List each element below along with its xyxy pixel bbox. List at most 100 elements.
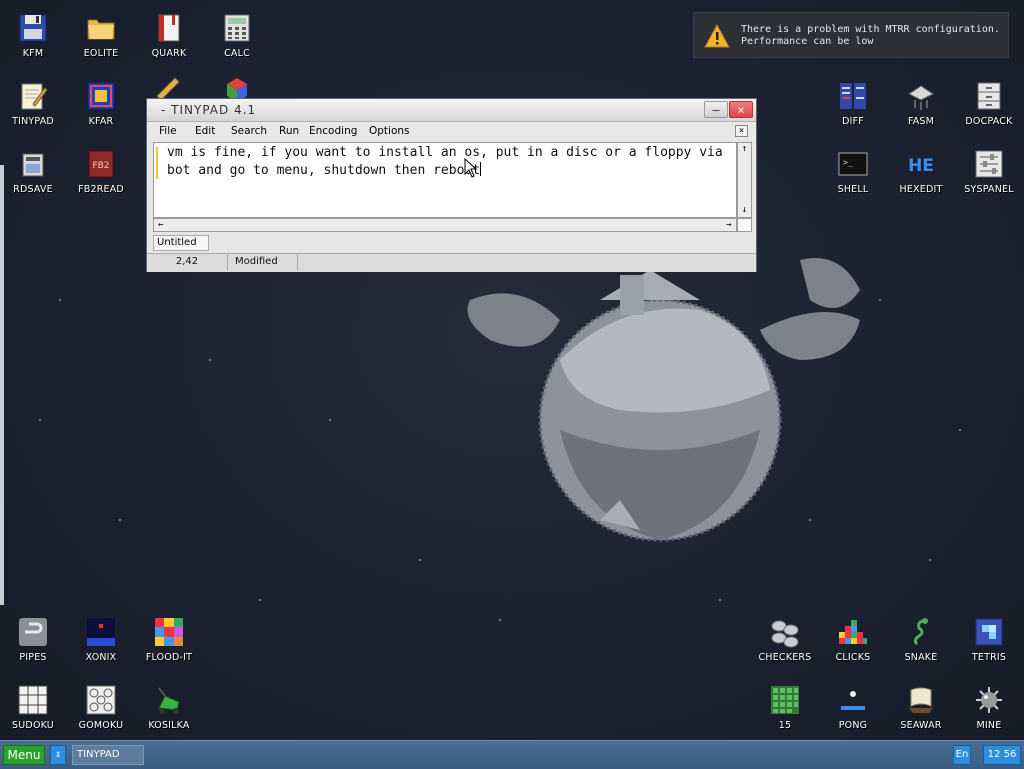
icon-label: KOSILKA <box>148 720 190 731</box>
notification-line-2: Performance can be low <box>741 36 874 47</box>
desktop-icon-snake[interactable]: SNAKE <box>889 608 953 672</box>
desktop-icon-clicks[interactable]: CLICKS <box>821 608 885 672</box>
desktop-icon-calc[interactable]: CALC <box>205 4 269 68</box>
window-titlebar[interactable]: - TINYPAD 4.1 – × <box>147 99 756 122</box>
taskbar: Menu ↕ TINYPAD En 12 56 <box>0 740 1024 769</box>
floppy-disk-icon <box>19 14 47 42</box>
folder-icon <box>87 19 115 40</box>
keyboard-language-indicator[interactable]: En <box>953 745 971 765</box>
mtrr-warning-notification[interactable]: There is a problem with MTRR configurati… <box>693 12 1009 58</box>
hex-editor-icon: HE <box>908 156 934 176</box>
ramdisk-save-icon <box>22 153 44 177</box>
xonix-icon <box>87 618 115 646</box>
desktop-icon-pong[interactable]: PONG <box>821 676 885 740</box>
modified-indicator: Modified <box>231 254 298 270</box>
desktop-icon-seawar[interactable]: SEAWAR <box>889 676 953 740</box>
desktop-icon-pipes[interactable]: PIPES <box>1 608 65 672</box>
terminal-icon: >_ <box>838 152 868 176</box>
pong-icon <box>841 691 865 710</box>
notebook-icon <box>158 14 180 42</box>
modified-line-marker <box>156 147 158 179</box>
desktop-icon-hexedit[interactable]: HE HEXEDIT <box>889 140 953 204</box>
cursor-position: 2,42 <box>147 254 228 270</box>
icon-label: FB2READ <box>78 184 124 195</box>
clicks-icon <box>839 620 867 644</box>
tinypad-window[interactable]: - TINYPAD 4.1 – × File Edit Search Run E… <box>146 98 757 272</box>
vertical-scrollbar[interactable]: ↑ ↓ <box>737 142 752 218</box>
desktop-icon-shell[interactable]: >_ SHELL <box>821 140 885 204</box>
icon-label: KFAR <box>88 116 114 127</box>
start-menu-button[interactable]: Menu <box>3 745 45 765</box>
desktop-icon-xonix[interactable]: XONIX <box>69 608 133 672</box>
status-bar: 2,42 Modified <box>147 253 756 272</box>
desktop-icon-diff[interactable]: DIFF <box>821 72 885 136</box>
window-switch-button[interactable]: ↕ <box>50 745 66 765</box>
desktop-icon-fasm[interactable]: FASM <box>889 72 953 136</box>
desktop-icon-tinypad[interactable]: TINYPAD <box>1 72 65 136</box>
icon-label: DOCPACK <box>965 116 1013 127</box>
warning-icon <box>704 24 730 48</box>
desktop-icon-kfar[interactable]: KFAR <box>69 72 133 136</box>
desktop-icon-syspanel[interactable]: SYSPANEL <box>957 140 1021 204</box>
assembler-icon <box>908 85 934 110</box>
editor-line-1: vm is fine, if you want to install an os… <box>167 145 723 160</box>
taskbar-item-tinypad[interactable]: TINYPAD <box>72 745 144 765</box>
diff-icon <box>840 83 866 109</box>
menu-run[interactable]: Run <box>279 125 299 137</box>
flood-it-icon <box>155 618 183 646</box>
snake-icon <box>913 618 928 646</box>
desktop-icon-kfm[interactable]: KFM <box>1 4 65 68</box>
checkers-icon <box>771 620 799 648</box>
scroll-right-arrow-icon[interactable]: → <box>722 219 736 231</box>
archive-icon <box>87 82 115 110</box>
icon-label: TETRIS <box>971 652 1007 663</box>
window-title: - TINYPAD 4.1 <box>161 103 257 117</box>
tetris-icon <box>975 618 1003 646</box>
sliders-panel-icon <box>975 150 1003 178</box>
scroll-up-arrow-icon[interactable]: ↑ <box>738 143 751 156</box>
text-caret <box>480 162 482 176</box>
desktop-icon-docpack[interactable]: DOCPACK <box>957 72 1021 136</box>
close-window-button[interactable]: × <box>729 101 753 118</box>
svg-text:>_: >_ <box>843 158 853 167</box>
desktop-icon-checkers[interactable]: CHECKERS <box>753 608 817 672</box>
text-editor-area[interactable]: vm is fine, if you want to install an os… <box>153 142 737 218</box>
tab-untitled[interactable]: Untitled <box>153 235 209 251</box>
lawnmower-icon <box>158 687 180 714</box>
book-reader-icon: FB2 <box>88 150 114 178</box>
icon-label: FLOOD-IT <box>145 652 193 663</box>
desktop-icon-flood-it[interactable]: FLOOD-IT <box>137 608 201 672</box>
desktop-icon-kosilka[interactable]: KOSILKA <box>137 676 201 740</box>
desktop-icon-15[interactable]: 15 <box>753 676 817 740</box>
desktop-icon-rdsave[interactable]: RDSAVE <box>1 140 65 204</box>
desktop-icon-sudoku[interactable]: SUDOKU <box>1 676 65 740</box>
scroll-down-arrow-icon[interactable]: ↓ <box>738 204 751 217</box>
mouse-pointer-icon <box>464 158 478 178</box>
horizontal-scrollbar[interactable]: ← → <box>153 218 737 232</box>
menu-file[interactable]: File <box>159 125 177 137</box>
desktop[interactable]: KFM EOLITE QUARK CALC TINYPAD KFAR RDSAV… <box>0 0 1024 740</box>
menu-bar: File Edit Search Run Encoding Options × <box>147 122 756 140</box>
minimize-button[interactable]: – <box>704 101 728 118</box>
clock[interactable]: 12 56 <box>983 745 1021 765</box>
scroll-left-arrow-icon[interactable]: ← <box>154 219 168 231</box>
desktop-icon-eolite[interactable]: EOLITE <box>69 4 133 68</box>
fifteen-puzzle-icon <box>771 686 799 714</box>
desktop-icon-fb2read[interactable]: FB2 FB2READ <box>69 140 133 204</box>
menu-options[interactable]: Options <box>369 125 410 137</box>
desktop-icon-quark[interactable]: QUARK <box>137 4 201 68</box>
menu-search[interactable]: Search <box>231 125 267 137</box>
desktop-icon-tetris[interactable]: TETRIS <box>957 608 1021 672</box>
desktop-icon-mine[interactable]: MINE <box>957 676 1021 740</box>
desktop-icon-gomoku[interactable]: GOMOKU <box>69 676 133 740</box>
menu-encoding[interactable]: Encoding <box>309 125 357 137</box>
icon-label: SYSPANEL <box>964 184 1014 195</box>
editor-line-2: bot and go to menu, shutdown then reboot <box>167 162 482 178</box>
sailboat-icon <box>909 687 933 713</box>
icon-label: CALC <box>224 48 250 59</box>
scrollbar-corner <box>737 218 752 232</box>
mine-icon <box>976 687 1002 713</box>
close-document-button[interactable]: × <box>735 125 748 137</box>
editor-line-2-text: bot and go to menu, shutdown then reboot <box>167 163 481 178</box>
menu-edit[interactable]: Edit <box>195 125 215 137</box>
